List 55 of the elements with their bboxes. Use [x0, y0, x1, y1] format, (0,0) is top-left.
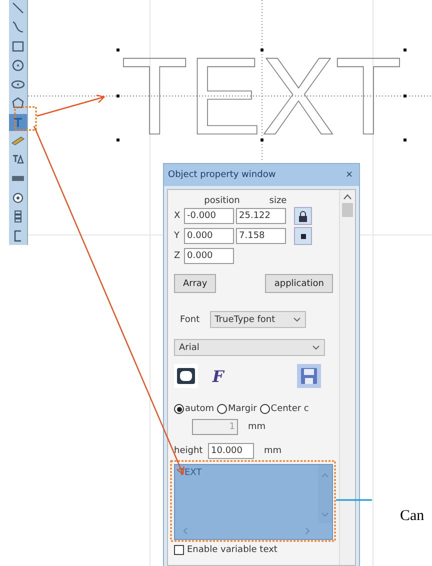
position-field[interactable]: 0.000 [184, 248, 234, 264]
center-button[interactable] [294, 227, 312, 245]
size-field[interactable]: 25.122 [236, 208, 286, 224]
position-field[interactable]: 0.000 [184, 228, 234, 244]
radio-label: Center c [270, 404, 309, 414]
radio-button[interactable] [174, 404, 184, 414]
selection-handle[interactable] [260, 48, 264, 52]
position-field[interactable]: -0.000 [184, 208, 234, 224]
axis-label: Z [174, 251, 182, 261]
scroll-up-icon[interactable] [343, 194, 352, 200]
action-button[interactable]: Array [174, 274, 216, 293]
axis-label: X [174, 211, 182, 221]
chevron-down-icon [312, 345, 320, 350]
size-field[interactable]: 7.158 [236, 228, 286, 244]
action-button[interactable]: application [265, 274, 333, 293]
checkbox-label: Enable variable text [187, 545, 278, 555]
frame-icon[interactable] [174, 364, 198, 388]
highlight-frame [14, 106, 37, 131]
callout-label: Can [400, 508, 424, 525]
scroll-thumb[interactable] [342, 203, 353, 217]
selection-handle[interactable] [116, 48, 120, 52]
unit-label: mm [264, 446, 282, 456]
lock-icon [298, 210, 308, 222]
selection-handle[interactable] [116, 138, 120, 142]
window-title: Object property window [168, 170, 276, 180]
radio-button[interactable] [260, 404, 270, 414]
pointer-arrow [36, 94, 105, 117]
outlined-text: TEXT [121, 57, 402, 137]
selection-handle[interactable] [404, 138, 406, 142]
selection-handle[interactable] [404, 94, 406, 98]
font-style-button[interactable]: F [206, 364, 230, 388]
selection-handle[interactable] [116, 94, 120, 98]
leader-line [336, 499, 372, 501]
selection-handle[interactable] [404, 48, 406, 52]
axis-label: Y [174, 231, 180, 241]
scrollbar[interactable] [339, 190, 355, 565]
height-field[interactable]: 10.000 [208, 443, 254, 459]
radio-button[interactable] [217, 404, 228, 414]
lock-button[interactable] [294, 207, 312, 225]
selection-handle[interactable] [260, 138, 264, 142]
font-type-dropdown[interactable]: TrueType font [210, 311, 306, 328]
column-label: position [203, 196, 241, 206]
height-label: height [174, 446, 200, 456]
radio-label: Margir [228, 404, 257, 414]
checkbox[interactable] [174, 545, 184, 555]
save-icon[interactable] [297, 364, 321, 388]
font-name-dropdown[interactable]: Arial [174, 339, 325, 356]
text-tool-icon[interactable] [9, 114, 27, 132]
column-label: size [268, 196, 288, 206]
square-icon [300, 234, 306, 238]
radio-label: autom [185, 404, 214, 414]
unit-label: mm [248, 422, 266, 432]
close-button[interactable]: × [345, 170, 353, 180]
chevron-down-icon [292, 317, 301, 322]
font-label: Font [180, 314, 200, 324]
